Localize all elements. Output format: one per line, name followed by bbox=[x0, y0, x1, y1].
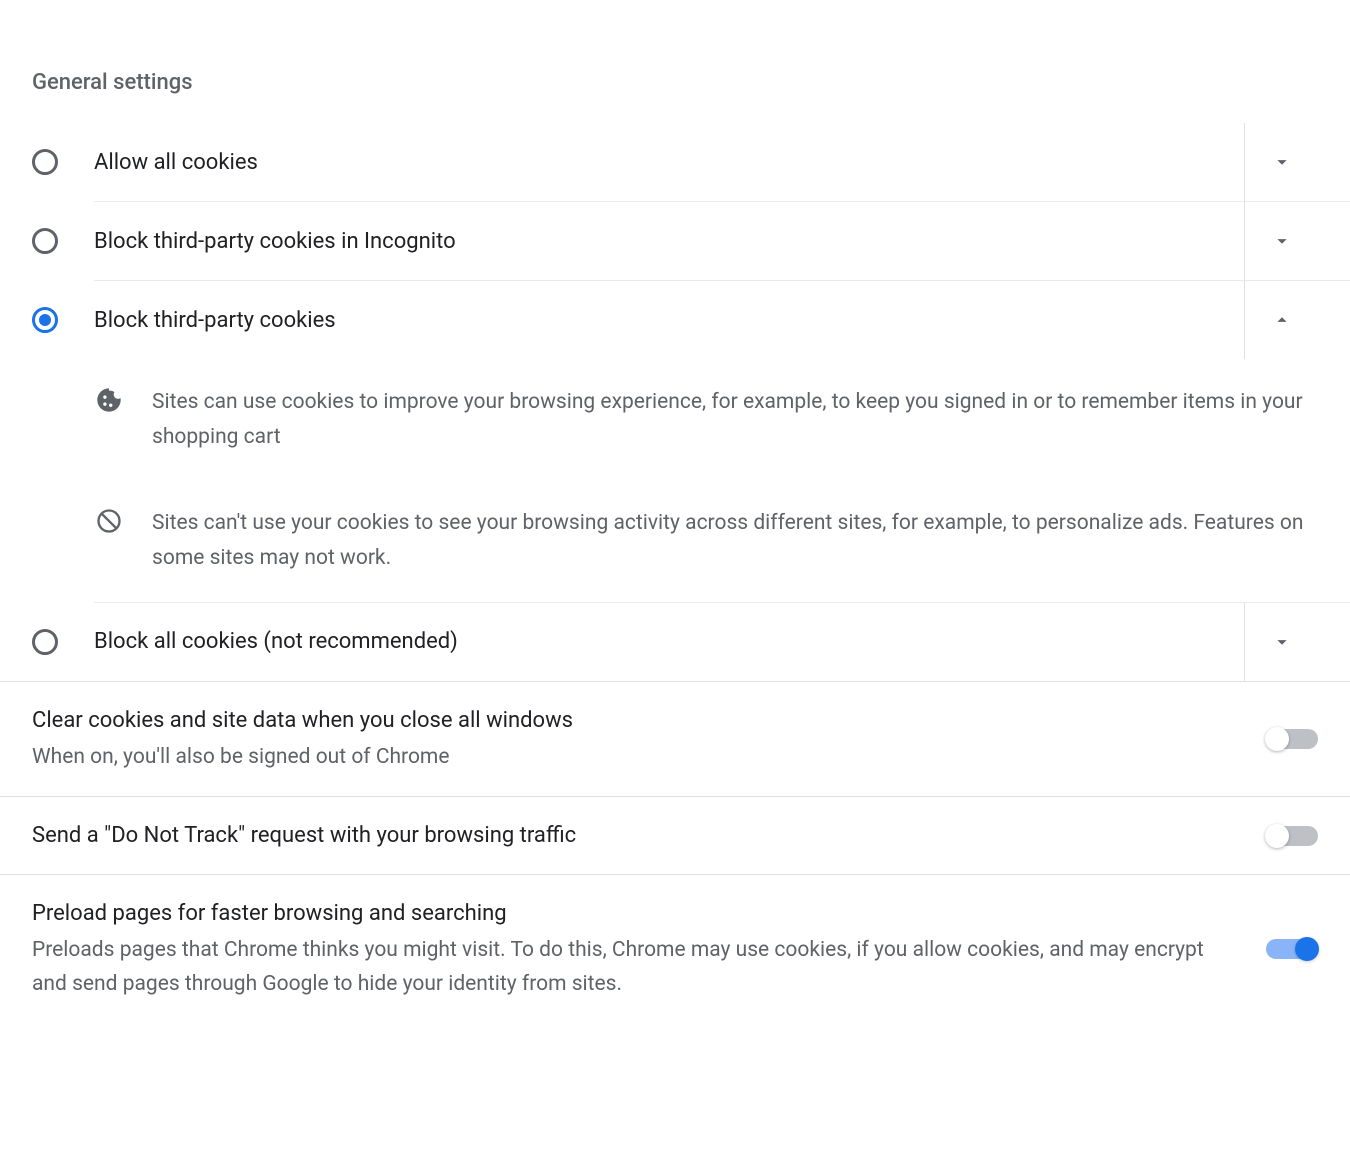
radio-button[interactable] bbox=[32, 307, 58, 333]
block-icon bbox=[94, 506, 124, 536]
toggle-subtitle: Preloads pages that Chrome thinks you mi… bbox=[32, 934, 1242, 1001]
radio-button[interactable] bbox=[32, 629, 58, 655]
radio-button[interactable] bbox=[32, 228, 58, 254]
chevron-down-icon bbox=[1271, 230, 1293, 252]
cookie-option-block-third-party-incognito[interactable]: Block third-party cookies in Incognito bbox=[0, 202, 1350, 280]
radio-label: Allow all cookies bbox=[94, 150, 1244, 175]
detail-text: Sites can't use your cookies to see your… bbox=[152, 506, 1318, 575]
detail-item: Sites can use cookies to improve your br… bbox=[94, 359, 1350, 480]
toggle-subtitle: When on, you'll also be signed out of Ch… bbox=[32, 741, 1242, 775]
section-header: General settings bbox=[0, 30, 1350, 123]
chevron-down-icon bbox=[1271, 151, 1293, 173]
toggle-knob bbox=[1265, 824, 1289, 848]
cookie-option-block-third-party[interactable]: Block third-party cookies bbox=[0, 281, 1350, 359]
toggle-knob bbox=[1265, 727, 1289, 751]
detail-item: Sites can't use your cookies to see your… bbox=[94, 480, 1350, 601]
chevron-down-icon bbox=[1271, 631, 1293, 653]
radio-button[interactable] bbox=[32, 149, 58, 175]
toggle-text: Preload pages for faster browsing and se… bbox=[32, 897, 1242, 1001]
cookie-icon bbox=[94, 385, 124, 415]
toggle-text: Send a "Do Not Track" request with your … bbox=[32, 819, 1242, 852]
detail-text: Sites can use cookies to improve your br… bbox=[152, 385, 1318, 454]
toggle-title: Clear cookies and site data when you clo… bbox=[32, 704, 1242, 737]
option-details: Sites can use cookies to improve your br… bbox=[94, 359, 1350, 602]
cookie-option-allow-all[interactable]: Allow all cookies bbox=[0, 123, 1350, 201]
radio-label: Block all cookies (not recommended) bbox=[94, 629, 1244, 654]
radio-dot bbox=[39, 314, 51, 326]
cookie-option-block-all[interactable]: Block all cookies (not recommended) bbox=[0, 603, 1350, 681]
expand-button[interactable] bbox=[1244, 123, 1318, 201]
toggle-switch[interactable] bbox=[1266, 826, 1318, 846]
toggle-do-not-track[interactable]: Send a "Do Not Track" request with your … bbox=[0, 797, 1350, 874]
toggle-switch[interactable] bbox=[1266, 939, 1318, 959]
collapse-button[interactable] bbox=[1244, 281, 1318, 359]
toggle-switch[interactable] bbox=[1266, 729, 1318, 749]
toggle-title: Preload pages for faster browsing and se… bbox=[32, 897, 1242, 930]
toggle-clear-cookies-on-close[interactable]: Clear cookies and site data when you clo… bbox=[0, 682, 1350, 797]
expand-button[interactable] bbox=[1244, 603, 1318, 681]
radio-label: Block third-party cookies in Incognito bbox=[94, 229, 1244, 254]
chevron-up-icon bbox=[1271, 309, 1293, 331]
radio-label: Block third-party cookies bbox=[94, 308, 1244, 333]
toggle-text: Clear cookies and site data when you clo… bbox=[32, 704, 1242, 775]
toggle-preload-pages[interactable]: Preload pages for faster browsing and se… bbox=[0, 875, 1350, 1023]
expand-button[interactable] bbox=[1244, 202, 1318, 280]
toggle-title: Send a "Do Not Track" request with your … bbox=[32, 819, 1242, 852]
toggle-knob bbox=[1295, 937, 1319, 961]
